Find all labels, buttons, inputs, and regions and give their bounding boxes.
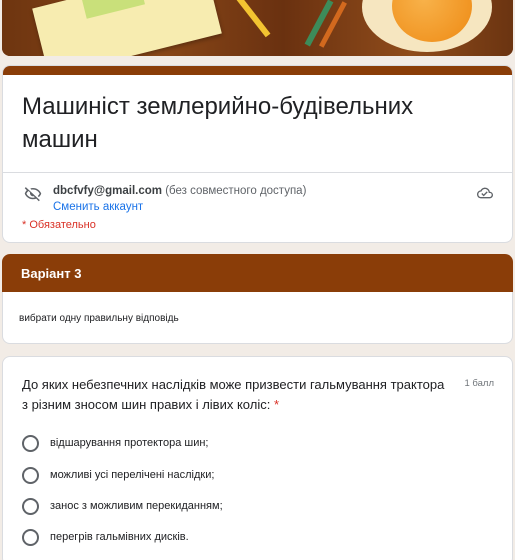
section-title: Варіант 3 (2, 254, 513, 292)
account-email: dbcfvfy@gmail.com (53, 185, 162, 197)
switch-account-link[interactable]: Сменить аккаунт (53, 201, 143, 213)
header-banner-image (2, 0, 513, 56)
account-email-line: dbcfvfy@gmail.com (без совместного досту… (53, 185, 306, 197)
option-label: занос з можливим перекиданням; (50, 500, 223, 512)
question-card: До яких небезпечних наслідків може призв… (2, 356, 513, 560)
answer-option[interactable]: можливі усі перелічені наслідки; (22, 465, 214, 485)
radio-button[interactable] (22, 466, 39, 484)
question-text: До яких небезпечних наслідків може призв… (22, 375, 452, 415)
radio-button[interactable] (22, 434, 39, 452)
section-description: вибрати одну правильну відповідь (2, 292, 513, 344)
answer-option[interactable]: відшарування протектора шин; (22, 433, 209, 453)
eye-off-icon (24, 187, 42, 202)
theme-accent-bar (3, 66, 512, 75)
radio-button[interactable] (22, 497, 39, 515)
form-title-card: Машиніст землерийно-будівельних машин db… (2, 65, 513, 243)
option-label: відшарування протектора шин; (50, 437, 209, 449)
account-sharing-note: (без совместного доступа) (165, 185, 307, 197)
form-title: Машиніст землерийно-будівельних машин (22, 93, 414, 153)
required-asterisk: * (273, 397, 280, 412)
answer-option[interactable]: перегрів гальмівних дисків. (22, 527, 189, 547)
option-label: перегрів гальмівних дисків. (50, 531, 189, 543)
option-label: можливі усі перелічені наслідки; (50, 469, 215, 481)
question-label: До яких небезпечних наслідків може призв… (22, 377, 445, 412)
question-points: 1 балл (464, 378, 494, 389)
account-row: dbcfvfy@gmail.com (без совместного досту… (3, 173, 512, 221)
required-note: * Обязательно (22, 219, 96, 231)
cloud-check-icon (477, 187, 493, 199)
answer-option[interactable]: занос з можливим перекиданням; (22, 496, 223, 516)
radio-button[interactable] (22, 528, 39, 546)
